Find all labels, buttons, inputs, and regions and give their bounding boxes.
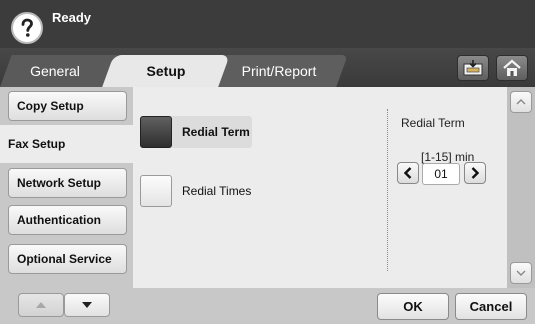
sidebar-item-label: Network Setup	[17, 176, 102, 190]
tab-bar: General Print/Report Setup	[0, 48, 535, 87]
increment-button[interactable]	[464, 162, 486, 184]
sidebar: Copy Setup Fax Setup Network Setup Authe…	[0, 87, 133, 324]
chevron-right-icon	[471, 167, 479, 179]
chevron-left-icon	[404, 167, 412, 179]
decrement-button[interactable]	[397, 162, 419, 184]
sidebar-scroll-up-button[interactable]	[18, 293, 64, 317]
cancel-button[interactable]: Cancel	[455, 293, 527, 320]
tab-general[interactable]: General	[0, 55, 110, 87]
scroll-down-button[interactable]	[510, 262, 532, 284]
option-indicator	[140, 116, 172, 148]
option-indicator	[140, 175, 172, 207]
sidebar-item-label: Authentication	[17, 213, 101, 227]
tab-print-report-label: Print/Report	[241, 63, 317, 79]
sidebar-item-optional-service[interactable]: Optional Service	[8, 244, 127, 274]
home-icon	[503, 59, 521, 76]
tab-general-label: General	[30, 63, 80, 79]
sidebar-item-label: Optional Service	[17, 252, 112, 266]
tab-setup[interactable]: Setup	[108, 55, 224, 87]
settings-panel: Redial Term Redial Times Redial Term [1-…	[133, 87, 507, 288]
print-report-icon	[463, 60, 483, 76]
fax-setup-screen: Ready General Print/Report Setup Copy Se…	[0, 0, 535, 324]
redial-term-value[interactable]: 01	[422, 163, 460, 185]
chevron-up-icon	[516, 99, 526, 105]
sidebar-item-label: Fax Setup	[8, 137, 66, 151]
option-redial-term[interactable]: Redial Term	[140, 116, 252, 148]
panel-divider	[387, 109, 388, 271]
setting-title: Redial Term	[401, 116, 465, 130]
sidebar-scroll-down-button[interactable]	[64, 293, 110, 317]
sidebar-item-fax-setup[interactable]: Fax Setup	[0, 125, 133, 163]
tab-print-report[interactable]: Print/Report	[216, 55, 342, 87]
print-report-button[interactable]	[457, 55, 489, 81]
ok-button[interactable]: OK	[377, 293, 449, 320]
option-redial-times[interactable]: Redial Times	[140, 175, 252, 207]
option-label: Redial Term	[182, 125, 250, 139]
status-bar: Ready	[0, 0, 535, 48]
home-button[interactable]	[496, 55, 528, 81]
up-arrow-icon	[36, 302, 46, 308]
sidebar-item-authentication[interactable]: Authentication	[8, 205, 127, 235]
sidebar-item-network-setup[interactable]: Network Setup	[8, 168, 127, 198]
tab-setup-label: Setup	[146, 63, 186, 79]
content-scrollbar[interactable]	[507, 87, 535, 288]
down-arrow-icon	[82, 302, 92, 308]
option-label: Redial Times	[182, 184, 252, 198]
status-text: Ready	[52, 10, 92, 25]
sidebar-item-copy-setup[interactable]: Copy Setup	[8, 91, 127, 121]
action-bar: OK Cancel	[133, 288, 535, 324]
chevron-down-icon	[516, 270, 526, 276]
sidebar-item-label: Copy Setup	[17, 99, 84, 113]
scroll-up-button[interactable]	[510, 91, 532, 113]
help-icon[interactable]	[11, 12, 43, 44]
